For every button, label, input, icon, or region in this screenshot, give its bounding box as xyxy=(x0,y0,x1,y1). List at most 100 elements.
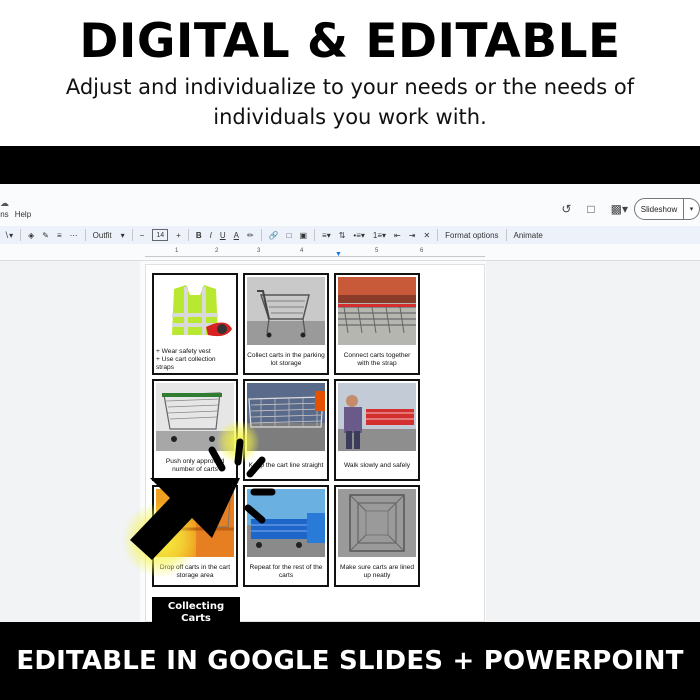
caption-text: Connect carts together with the strap xyxy=(343,352,411,367)
indent-marker-icon[interactable]: ▼ xyxy=(335,251,342,258)
card-caption[interactable]: Drop off carts in the cart storage area xyxy=(156,559,234,585)
line-tool-icon[interactable]: ∖▾ xyxy=(0,226,17,244)
shopping-cart-photo xyxy=(247,277,325,345)
slideshow-button[interactable]: Slideshow xyxy=(634,198,684,220)
caption-text: Collect carts in the parking lot storage xyxy=(247,352,325,367)
card-repeat[interactable]: Repeat for the rest of the carts xyxy=(243,485,329,587)
card-caption[interactable]: Repeat for the rest of the carts xyxy=(247,559,325,585)
toolbar-divider xyxy=(260,229,262,241)
menu-row: ☁ ions Help ↺ □ ▩▾ Slideshow ▾ xyxy=(0,184,700,228)
storage-area-photo xyxy=(156,489,234,557)
menu-item-extensions[interactable]: ions xyxy=(0,210,9,219)
subheadline-line-2: individuals you work with. xyxy=(213,105,487,129)
card-walk-slowly[interactable]: Walk slowly and safely xyxy=(334,379,420,481)
decrease-indent-icon[interactable]: ⇤ xyxy=(390,226,405,244)
toolbar-divider xyxy=(84,229,86,241)
card-connect-carts[interactable]: Connect carts together with the strap xyxy=(334,273,420,375)
card-caption[interactable]: Connect carts together with the strap xyxy=(338,347,416,373)
card-drop-off[interactable]: Drop off carts in the cart storage area xyxy=(152,485,238,587)
headline: DIGITAL & EDITABLE xyxy=(79,14,621,69)
connected-carts-photo xyxy=(338,277,416,345)
ruler-number: 1 xyxy=(175,248,179,254)
increase-font-icon[interactable]: + xyxy=(172,226,185,244)
fill-color-icon[interactable]: ◈ xyxy=(24,226,38,244)
card-caption[interactable]: Collect carts in the parking lot storage xyxy=(247,347,325,373)
subheadline-line-1: Adjust and individualize to your needs o… xyxy=(65,75,635,99)
ruler-number: 4 xyxy=(300,248,304,254)
font-select[interactable]: Outfit ▾ xyxy=(89,226,129,244)
ruler-number: 5 xyxy=(375,248,379,254)
card-lined-up[interactable]: Make sure carts are lined up neatly xyxy=(334,485,420,587)
subheadline: Adjust and individualize to your needs o… xyxy=(50,72,650,132)
cloud-icon[interactable]: ☁ xyxy=(0,198,9,209)
numbered-list-icon[interactable]: 1≡▾ xyxy=(369,226,390,244)
caption-text: Drop off carts in the cart storage area xyxy=(159,564,231,579)
chevron-down-icon[interactable]: ▾ xyxy=(684,198,700,220)
line-spacing-icon[interactable]: ⇅ xyxy=(335,226,350,244)
underline-button[interactable]: U xyxy=(216,226,230,244)
font-name: Outfit xyxy=(92,230,112,240)
clear-formatting-icon[interactable]: ✕ xyxy=(419,226,434,244)
caption-text: Keep the cart line straight xyxy=(248,462,324,469)
text-color-button[interactable]: A xyxy=(230,226,243,244)
toolbar-divider xyxy=(314,229,316,241)
card-safety-vest[interactable]: + Wear safety vest + Use cart collection… xyxy=(152,273,238,375)
bold-button[interactable]: B xyxy=(192,226,206,244)
blue-carts-photo xyxy=(247,489,325,557)
italic-button[interactable]: I xyxy=(206,226,216,244)
pushing-carts-photo xyxy=(156,383,234,451)
border-dash-icon[interactable]: ⋯ xyxy=(66,226,82,244)
menu-bar: ions Help xyxy=(0,210,31,219)
top-icons: ↺ □ ▩▾ xyxy=(561,202,628,216)
caption-text: Walk slowly and safely xyxy=(343,462,411,469)
canvas-background-left xyxy=(0,261,140,622)
bottom-banner: EDITABLE IN GOOGLE SLIDES + POWERPOINT xyxy=(0,622,700,700)
format-options-button[interactable]: Format options xyxy=(441,226,502,244)
caption-text: + Wear safety vest + Use cart collection… xyxy=(156,348,216,371)
ruler-line xyxy=(145,256,485,257)
ruler-number: 2 xyxy=(215,248,219,254)
top-black-band xyxy=(0,146,700,184)
ruler[interactable]: 1 2 3 4 5 6 ▼ xyxy=(145,248,485,258)
font-size-field[interactable]: 14 xyxy=(148,226,172,244)
increase-indent-icon[interactable]: ⇥ xyxy=(405,226,420,244)
image-icon[interactable]: ▣ xyxy=(295,226,311,244)
slide-title-card[interactable]: Collecting Carts xyxy=(152,597,240,622)
ruler-number: 3 xyxy=(257,248,261,254)
bulleted-list-icon[interactable]: •≡▾ xyxy=(349,226,368,244)
card-caption[interactable]: Make sure carts are lined up neatly xyxy=(338,559,416,585)
add-comment-icon[interactable]: □ xyxy=(283,226,296,244)
toolbar: ∖▾ ◈ ✎ ≡ ⋯ Outfit ▾ − 14 + B I U A ✏ 🔗 □… xyxy=(0,226,700,244)
safety-vest-photo xyxy=(156,277,234,345)
decrease-font-icon[interactable]: − xyxy=(136,226,149,244)
toolbar-divider xyxy=(437,229,439,241)
video-call-icon[interactable]: ▩▾ xyxy=(611,202,628,216)
align-icon[interactable]: ≡▾ xyxy=(318,226,335,244)
card-caption[interactable]: Push only approved number of carts xyxy=(156,453,234,479)
caption-text: Push only approved number of carts xyxy=(165,458,225,473)
canvas-background-right xyxy=(486,261,700,622)
animate-button[interactable]: Animate xyxy=(510,226,547,244)
lined-carts-photo xyxy=(338,489,416,557)
highlight-icon[interactable]: ✏ xyxy=(243,226,258,244)
card-caption[interactable]: Keep the cart line straight xyxy=(247,453,325,479)
card-caption[interactable]: + Wear safety vest + Use cart collection… xyxy=(156,347,234,373)
caption-text: Repeat for the rest of the carts xyxy=(249,564,323,579)
cart-line-photo xyxy=(247,383,325,451)
border-weight-icon[interactable]: ≡ xyxy=(53,226,66,244)
menu-item-help[interactable]: Help xyxy=(15,210,31,219)
slide-canvas[interactable]: + Wear safety vest + Use cart collection… xyxy=(145,264,485,622)
border-color-icon[interactable]: ✎ xyxy=(38,226,53,244)
ruler-number: 6 xyxy=(420,248,424,254)
card-caption[interactable]: Walk slowly and safely xyxy=(338,453,416,479)
card-push-carts[interactable]: Push only approved number of carts xyxy=(152,379,238,481)
comment-icon[interactable]: □ xyxy=(587,202,594,216)
card-collect-carts[interactable]: Collect carts in the parking lot storage xyxy=(243,273,329,375)
toolbar-divider xyxy=(131,229,133,241)
history-icon[interactable]: ↺ xyxy=(561,202,571,216)
walking-carts-photo xyxy=(338,383,416,451)
font-size-value: 14 xyxy=(152,229,169,241)
link-icon[interactable]: 🔗 xyxy=(265,226,283,244)
card-cart-line[interactable]: Keep the cart line straight xyxy=(243,379,329,481)
toolbar-divider xyxy=(187,229,189,241)
